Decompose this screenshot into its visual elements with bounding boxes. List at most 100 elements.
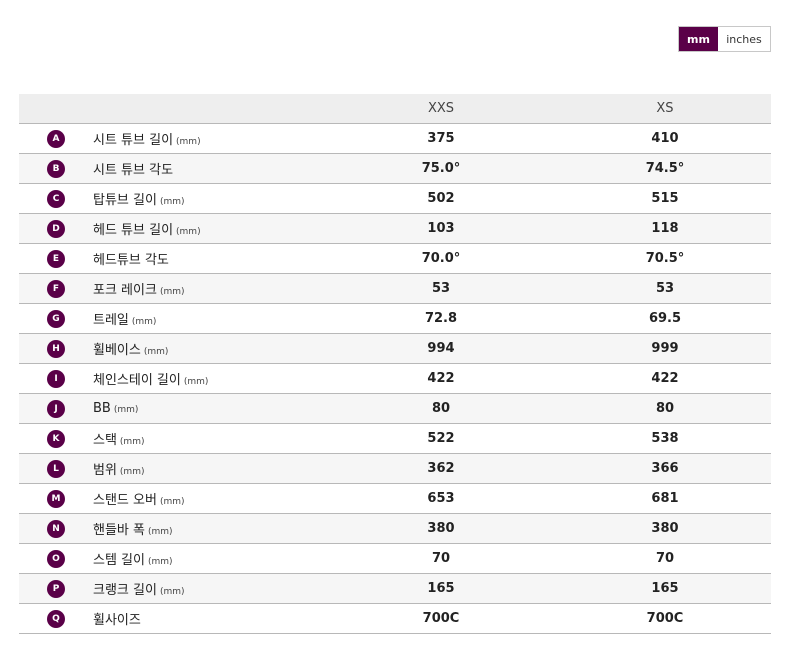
- row-label-cell: 헤드튜브 각도: [93, 243, 323, 274]
- unit-mm-button[interactable]: mm: [679, 27, 718, 51]
- measurement-unit: (mm): [176, 137, 201, 147]
- measurement-unit: (mm): [183, 377, 209, 387]
- table-row: E 헤드튜브 각도 70.0° 70.5°: [19, 243, 771, 274]
- measurement-letter-badge: F: [47, 279, 65, 298]
- value-xxs: 522: [323, 423, 559, 454]
- value-xxs: 70: [323, 543, 559, 574]
- measurement-label: 휠사이즈: [93, 613, 141, 628]
- value-xxs: 80: [323, 393, 559, 424]
- row-label-cell: 휠베이스 (mm): [93, 333, 323, 364]
- row-badge-cell: O: [19, 543, 93, 574]
- row-badge-cell: A: [19, 123, 93, 154]
- measurement-letter-badge: I: [47, 369, 65, 388]
- value-xxs: 994: [323, 333, 559, 364]
- row-label-cell: 스택 (mm): [93, 423, 323, 454]
- table-row: I 체인스테이 길이 (mm) 422 422: [19, 363, 771, 394]
- value-xxs: 165: [323, 573, 559, 604]
- measurement-label: 스택: [93, 433, 117, 448]
- table-row: G 트레일 (mm) 72.8 69.5: [19, 303, 771, 334]
- value-xxs: 375: [323, 123, 559, 154]
- row-badge-cell: M: [19, 483, 93, 514]
- measurement-letter-badge: B: [47, 159, 65, 178]
- value-xxs: 103: [323, 213, 559, 244]
- table-body: A 시트 튜브 길이 (mm) 375 410 B 시트 튜브 각도 75.0° 74.5° C 탑…: [19, 123, 771, 634]
- table-row: M 스탠드 오버 (mm) 653 681: [19, 483, 771, 514]
- table-row: H 휠베이스 (mm) 994 999: [19, 333, 771, 364]
- row-badge-cell: I: [19, 363, 93, 394]
- row-badge-cell: K: [19, 423, 93, 454]
- measurement-label: 포크 레이크: [93, 283, 157, 298]
- value-xxs: 53: [323, 273, 559, 304]
- table-row: B 시트 튜브 각도 75.0° 74.5°: [19, 153, 771, 184]
- measurement-unit: (mm): [119, 467, 145, 477]
- value-xs: 118: [559, 213, 771, 244]
- row-badge-cell: J: [19, 393, 93, 424]
- row-label-cell: 휠사이즈: [93, 603, 323, 634]
- table-row: O 스템 길이 (mm) 70 70: [19, 543, 771, 574]
- measurement-letter-badge: K: [47, 429, 65, 448]
- measurement-letter-badge: E: [47, 249, 65, 268]
- row-badge-cell: C: [19, 183, 93, 214]
- measurement-letter-badge: H: [47, 339, 65, 358]
- measurement-label: 범위: [93, 463, 117, 478]
- value-xxs: 700C: [323, 603, 559, 634]
- row-label-cell: 체인스테이 길이 (mm): [93, 363, 323, 394]
- measurement-label: 탑튜브 길이: [93, 193, 157, 208]
- table-row: P 크랭크 길이 (mm) 165 165: [19, 573, 771, 604]
- column-header-xs: XS: [559, 94, 771, 124]
- value-xxs: 653: [323, 483, 559, 514]
- measurement-letter-badge: P: [47, 579, 65, 598]
- measurement-label: 체인스테이 길이: [93, 373, 181, 388]
- header-empty-badge: [19, 94, 93, 124]
- value-xs: 422: [559, 363, 771, 394]
- measurement-label: 휠베이스: [93, 343, 141, 358]
- row-badge-cell: Q: [19, 603, 93, 634]
- table-header-row: XXS XS: [19, 94, 771, 124]
- measurement-letter-badge: C: [47, 189, 65, 208]
- measurement-letter-badge: D: [47, 219, 65, 238]
- row-label-cell: 크랭크 길이 (mm): [93, 573, 323, 604]
- value-xs: 538: [559, 423, 771, 454]
- table-row: F 포크 레이크 (mm) 53 53: [19, 273, 771, 304]
- value-xxs: 422: [323, 363, 559, 394]
- table-row: K 스택 (mm) 522 538: [19, 423, 771, 454]
- measurement-letter-badge: J: [47, 399, 65, 418]
- geometry-table: XXS XS A 시트 튜브 길이 (mm) 375 410 B 시트 튜브 각도 75.0°…: [19, 94, 771, 634]
- measurement-label: 스탠드 오버: [93, 493, 157, 508]
- measurement-label: BB: [93, 401, 111, 416]
- measurement-unit: (mm): [113, 405, 139, 415]
- value-xs: 681: [559, 483, 771, 514]
- value-xs: 380: [559, 513, 771, 544]
- measurement-label: 트레일: [93, 313, 129, 328]
- measurement-label: 시트 튜브 각도: [93, 163, 174, 178]
- value-xxs: 502: [323, 183, 559, 214]
- value-xs: 999: [559, 333, 771, 364]
- value-xs: 74.5°: [559, 153, 771, 184]
- value-xxs: 75.0°: [323, 153, 559, 184]
- measurement-unit: (mm): [119, 437, 145, 447]
- table-row: N 핸들바 폭 (mm) 380 380: [19, 513, 771, 544]
- value-xxs: 380: [323, 513, 559, 544]
- row-badge-cell: D: [19, 213, 93, 244]
- row-badge-cell: H: [19, 333, 93, 364]
- measurement-label: 시트 튜브 길이: [93, 133, 174, 148]
- row-label-cell: 포크 레이크 (mm): [93, 273, 323, 304]
- row-badge-cell: L: [19, 453, 93, 484]
- row-badge-cell: P: [19, 573, 93, 604]
- value-xs: 80: [559, 393, 771, 424]
- value-xs: 69.5: [559, 303, 771, 334]
- value-xxs: 362: [323, 453, 559, 484]
- measurement-letter-badge: G: [47, 309, 65, 328]
- row-badge-cell: B: [19, 153, 93, 184]
- unit-inches-button[interactable]: inches: [718, 27, 770, 51]
- value-xs: 410: [559, 123, 771, 154]
- value-xs: 366: [559, 453, 771, 484]
- row-label-cell: 트레일 (mm): [93, 303, 323, 334]
- measurement-letter-badge: N: [47, 519, 65, 538]
- row-label-cell: 시트 튜브 각도: [93, 153, 323, 184]
- measurement-unit: (mm): [147, 557, 173, 567]
- table-row: Q 휠사이즈 700C 700C: [19, 603, 771, 634]
- row-label-cell: 핸들바 폭 (mm): [93, 513, 323, 544]
- table-row: A 시트 튜브 길이 (mm) 375 410: [19, 123, 771, 154]
- value-xxs: 70.0°: [323, 243, 559, 274]
